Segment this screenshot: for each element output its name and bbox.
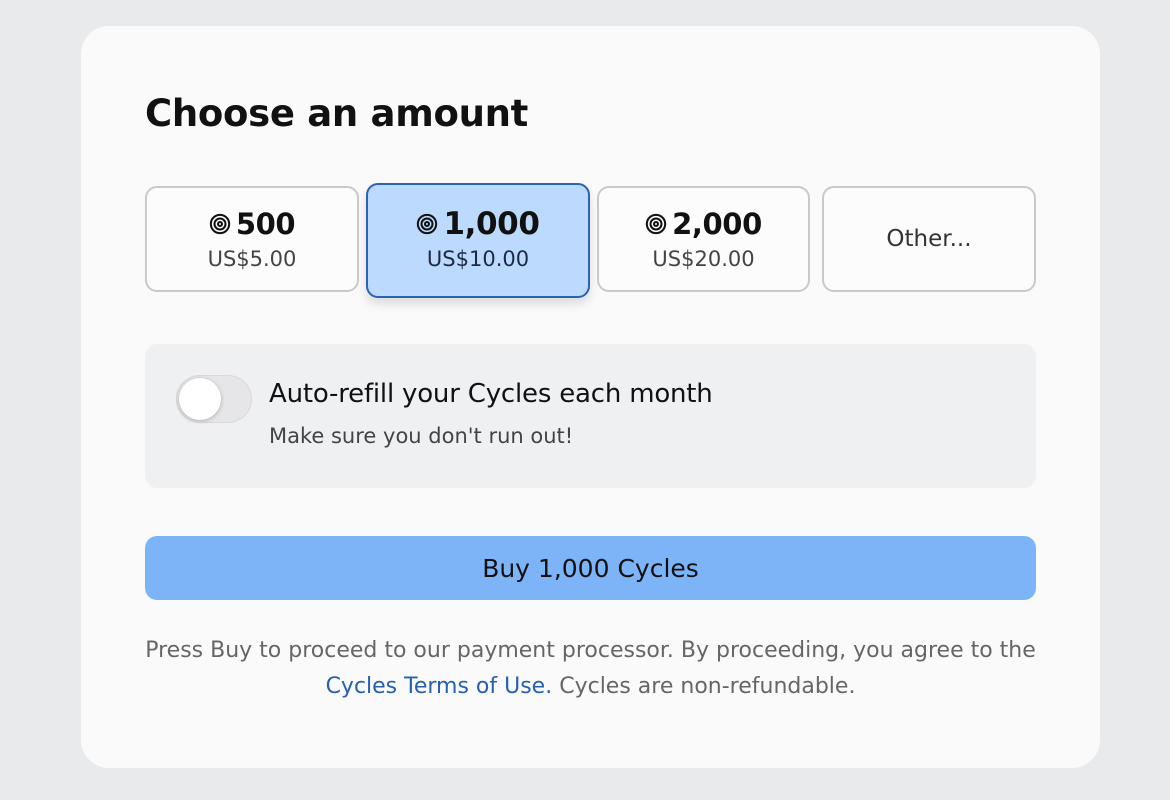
amount-options: 500 US$5.00 1,000 US$10.00 2,000 US$20.0… xyxy=(145,183,1036,298)
autorefill-panel: Auto-refill your Cycles each month Make … xyxy=(145,344,1036,488)
autorefill-toggle[interactable] xyxy=(176,375,252,423)
amount-price: US$20.00 xyxy=(652,247,755,271)
amount-value: 500 xyxy=(147,204,357,244)
autorefill-subtitle: Make sure you don't run out! xyxy=(269,424,574,448)
legal-notice: Press Buy to proceed to our payment proc… xyxy=(145,633,1036,705)
cycles-spiral-icon xyxy=(645,213,667,235)
legal-text-after: Cycles are non-refundable. xyxy=(559,674,856,699)
autorefill-title: Auto-refill your Cycles each month xyxy=(269,379,713,409)
amount-text: 500 xyxy=(235,207,296,241)
amount-price: US$5.00 xyxy=(207,247,297,271)
other-label: Other... xyxy=(886,226,972,252)
legal-text: Press Buy to proceed to our payment proc… xyxy=(145,638,1036,663)
amount-option-500[interactable]: 500 US$5.00 xyxy=(145,186,359,292)
page-title: Choose an amount xyxy=(145,92,529,135)
amount-text: 2,000 xyxy=(672,207,762,241)
amount-option-1000[interactable]: 1,000 US$10.00 xyxy=(366,183,590,298)
purchase-card: Choose an amount 500 US$5.00 1,000 US$10… xyxy=(81,26,1100,768)
toggle-knob xyxy=(179,378,221,420)
cycles-spiral-icon xyxy=(209,213,231,235)
amount-option-other[interactable]: Other... xyxy=(822,186,1036,292)
amount-value: 1,000 xyxy=(368,204,588,244)
amount-option-2000[interactable]: 2,000 US$20.00 xyxy=(597,186,810,292)
amount-price: US$10.00 xyxy=(426,247,530,271)
buy-button[interactable]: Buy 1,000 Cycles xyxy=(145,536,1036,600)
cycles-spiral-icon xyxy=(417,213,438,235)
amount-value: 2,000 xyxy=(599,204,808,244)
amount-text: 1,000 xyxy=(443,206,540,242)
terms-of-use-link[interactable]: Cycles Terms of Use. xyxy=(326,674,553,699)
